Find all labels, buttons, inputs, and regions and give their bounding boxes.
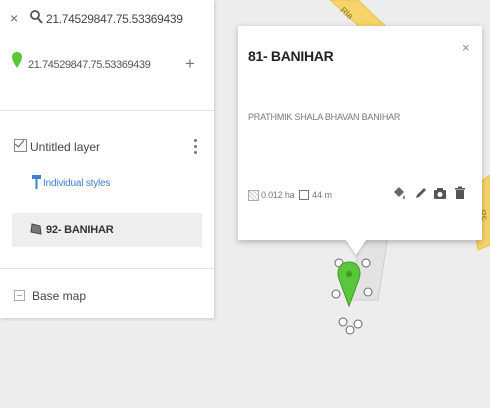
area-value: 0.012 ha [261,190,295,200]
base-map-row: Base map [0,283,214,309]
base-map-label[interactable]: Base map [32,289,86,303]
search-bar: × 21.74529847.75.53369439 [0,8,214,32]
feature-popup: 81- BANIHAR × PRATHMIK SHALA BHAVAN BANI… [238,26,482,240]
popup-pointer [345,239,367,255]
individual-styles-link[interactable]: Individual styles [43,178,110,189]
layers-panel: × 21.74529847.75.53369439 21.74529847.75… [0,0,214,318]
trash-icon[interactable] [453,186,467,200]
layer-header: Untitled layer [0,134,214,164]
popup-close-button[interactable]: × [462,40,470,55]
camera-icon[interactable] [433,186,447,200]
popup-title: 81- BANIHAR [248,48,334,64]
feature-list-item[interactable]: 92- BANIHAR [12,213,202,247]
divider [0,268,214,269]
map-pin-icon [12,52,22,68]
layer-title[interactable]: Untitled layer [30,140,100,154]
add-to-map-button[interactable]: + [185,54,195,74]
layer-styles: Individual styles [0,172,214,194]
close-search-button[interactable]: × [10,10,18,26]
paint-fill-icon[interactable] [392,186,406,200]
search-input[interactable]: 21.74529847.75.53369439 [46,12,183,26]
pencil-icon[interactable] [414,186,428,200]
perimeter-value: 44 m [312,190,333,200]
search-result[interactable]: 21.74529847.75.53369439 + [0,48,214,88]
divider [0,110,214,111]
perimeter-icon [299,190,309,200]
layer-visibility-checkbox[interactable] [14,139,27,152]
layer-options-menu[interactable] [192,136,198,158]
search-icon [30,10,43,24]
area-icon [248,190,259,201]
paint-bucket-icon [32,175,41,189]
search-result-text: 21.74529847.75.53369439 [28,59,151,71]
base-map-toggle[interactable] [14,290,25,301]
popup-description: PRATHMIK SHALA BHAVAN BANIHAR [248,112,401,122]
feature-label: 92- BANIHAR [46,224,114,236]
polygon-icon [30,223,42,235]
